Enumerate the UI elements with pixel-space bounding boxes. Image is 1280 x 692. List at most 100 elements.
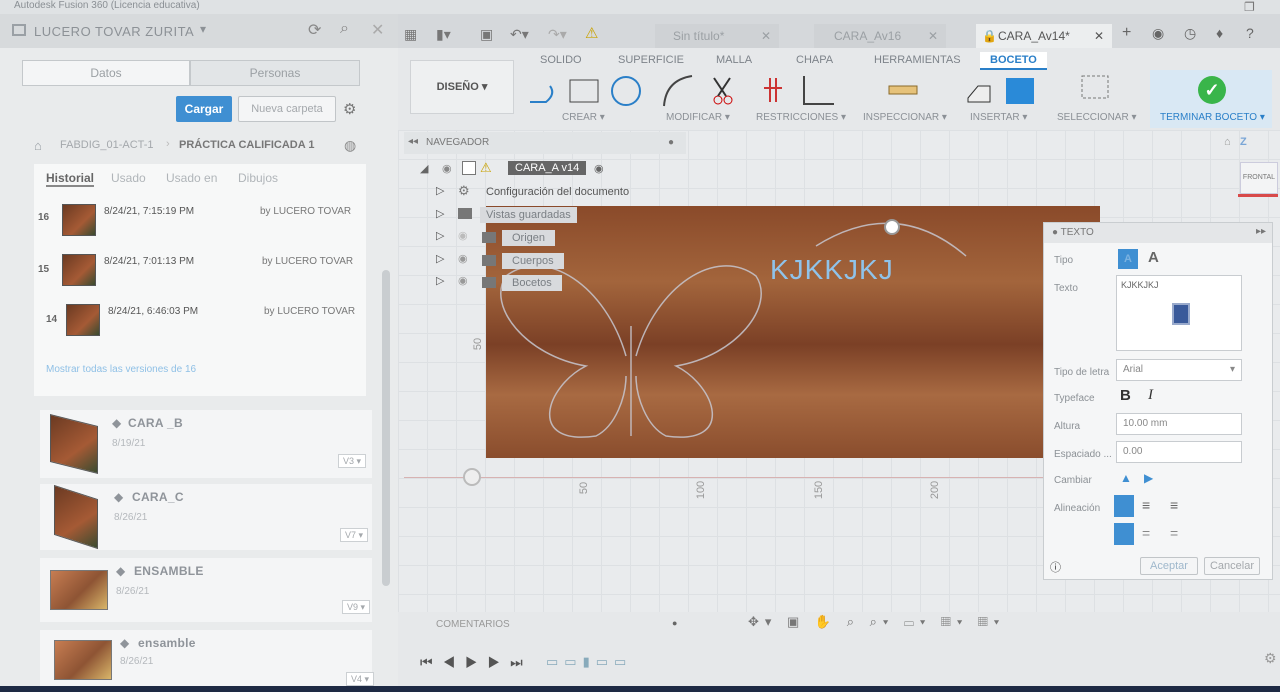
eye-icon[interactable]: ◉: [458, 274, 468, 287]
expand-dialog-icon[interactable]: ▸▸: [1256, 226, 1266, 237]
version-dropdown[interactable]: V7 ▾: [340, 528, 368, 542]
root-component-label[interactable]: CARA_A v14: [508, 161, 587, 175]
new-folder-button[interactable]: Nueva carpeta: [238, 96, 336, 122]
eye-icon[interactable]: ◉: [442, 162, 452, 175]
home-view-icon[interactable]: ⌂: [1224, 136, 1231, 148]
spacing-input[interactable]: 0.00: [1116, 441, 1242, 463]
ok-button[interactable]: Aceptar: [1140, 557, 1198, 575]
version-dropdown[interactable]: V9 ▾: [342, 600, 370, 614]
globe-icon[interactable]: ◍: [344, 137, 356, 154]
upload-button[interactable]: Cargar: [176, 96, 232, 122]
job-status-icon[interactable]: ◷: [1184, 25, 1196, 42]
pin-icon[interactable]: ●: [668, 137, 674, 148]
activate-radio-icon[interactable]: ◉: [594, 162, 604, 175]
file-card[interactable]: ◆ CARA_C 8/26/21 V7 ▾: [40, 484, 372, 550]
tree-item[interactable]: ▷ ◉ Bocetos: [436, 274, 676, 294]
tab-cara-av16[interactable]: CARA_Av16 ✕: [814, 24, 946, 48]
redo-icon[interactable]: ↷▾: [548, 26, 567, 43]
insert-tools[interactable]: [964, 76, 1036, 106]
align-bottom-button[interactable]: =: [1170, 525, 1178, 541]
tab-herramientas[interactable]: HERRAMIENTAS: [874, 54, 961, 66]
close-icon[interactable]: ✕: [371, 20, 384, 40]
notifications-icon[interactable]: ♦: [1216, 25, 1223, 41]
refresh-icon[interactable]: ⟳: [308, 20, 321, 40]
inspect-menu[interactable]: INSPECCIONAR ▾: [863, 112, 947, 123]
grid-menu-icon[interactable]: [12, 24, 26, 36]
tab-superficie[interactable]: SUPERFICIE: [618, 54, 684, 66]
save-icon[interactable]: ▣: [480, 26, 493, 43]
height-input[interactable]: 10.00 mm: [1116, 413, 1242, 435]
measure-icon[interactable]: [888, 80, 918, 100]
create-tools[interactable]: [526, 72, 646, 108]
origin-point[interactable]: [463, 468, 481, 486]
cancel-button[interactable]: Cancelar: [1204, 557, 1260, 575]
help-icon[interactable]: ?: [1246, 25, 1254, 41]
tab-malla[interactable]: MALLA: [716, 54, 752, 66]
italic-button[interactable]: I: [1148, 387, 1153, 404]
version-dropdown[interactable]: V4 ▾: [346, 672, 374, 686]
comments-pin-icon[interactable]: ●: [672, 618, 677, 628]
file-card[interactable]: ◆ CARA _B 8/19/21 V3 ▾: [40, 410, 372, 478]
file-card[interactable]: ◆ ensamble 8/26/21 V4 ▾: [40, 630, 374, 686]
user-name[interactable]: LUCERO TOVAR ZURITA: [34, 24, 194, 39]
close-icon[interactable]: ✕: [761, 24, 771, 48]
home-icon[interactable]: ⌂: [34, 138, 42, 153]
align-left-button[interactable]: [1114, 495, 1134, 517]
info-icon[interactable]: ⓘ: [1050, 559, 1061, 575]
expand-icon[interactable]: ▷: [436, 252, 444, 265]
tree-item[interactable]: ▷ ⚙ Configuración del documento: [436, 183, 676, 204]
navigator-header[interactable]: ◂◂ NAVEGADOR ●: [404, 132, 686, 154]
sketch-text[interactable]: KJKKJKJ: [770, 254, 894, 286]
new-tab-icon[interactable]: +: [1122, 24, 1131, 42]
timeline-features[interactable]: ▭▭▮▭▭: [546, 654, 632, 670]
history-row[interactable]: 14 8/24/21, 6:46:03 PM by LUCERO TOVAR: [38, 298, 358, 343]
tree-item[interactable]: ▷ ◉ Origen: [436, 229, 676, 249]
search-icon[interactable]: ⌕: [340, 20, 349, 38]
create-menu[interactable]: CREAR ▾: [562, 112, 605, 123]
close-icon[interactable]: ✕: [1094, 24, 1104, 48]
comments-label[interactable]: COMENTARIOS: [436, 619, 510, 630]
design-workspace-dropdown[interactable]: DISEÑO ▾: [410, 60, 514, 114]
scrollbar[interactable]: [382, 270, 390, 586]
version-dropdown[interactable]: V3 ▾: [338, 454, 366, 468]
warning-icon[interactable]: ⚠: [585, 24, 598, 42]
viewcube[interactable]: FRONTAL: [1240, 162, 1278, 194]
collapse-icon[interactable]: ◂◂: [408, 136, 418, 147]
timeline-controls[interactable]: ⏮◀▶▶⏭: [420, 654, 533, 671]
align-top-button[interactable]: [1114, 523, 1134, 545]
restore-window-icon[interactable]: ❐: [1244, 0, 1255, 14]
font-select[interactable]: Arial ▾: [1116, 359, 1242, 381]
close-icon[interactable]: ✕: [928, 24, 938, 48]
tab-usado[interactable]: Usado: [111, 171, 146, 185]
expand-icon[interactable]: ▷: [436, 274, 444, 287]
select-icon[interactable]: [1080, 74, 1114, 108]
align-right-button[interactable]: ≡: [1170, 497, 1178, 513]
tab-chapa[interactable]: CHAPA: [796, 54, 833, 66]
eye-hidden-icon[interactable]: ◉: [458, 229, 468, 242]
text-origin-handle[interactable]: [884, 219, 900, 235]
show-all-versions-link[interactable]: Mostrar todas las versiones de 16: [46, 364, 196, 375]
modify-tools[interactable]: [660, 72, 740, 108]
tab-historial[interactable]: Historial: [46, 171, 95, 187]
file-menu-icon[interactable]: ▮▾: [436, 26, 451, 43]
eye-icon[interactable]: ◉: [458, 252, 468, 265]
tab-solido[interactable]: SOLIDO: [540, 54, 582, 66]
breadcrumb-folder[interactable]: FABDIG_01-ACT-1: [60, 139, 154, 151]
undo-icon[interactable]: ↶▾: [510, 26, 529, 43]
align-middle-button[interactable]: =: [1142, 525, 1150, 541]
history-row[interactable]: 15 8/24/21, 7:01:13 PM by LUCERO TOVAR: [38, 248, 358, 293]
file-card[interactable]: ◆ ENSAMBLE 8/26/21 V9 ▾: [40, 558, 372, 622]
tab-personas[interactable]: Personas: [190, 60, 360, 86]
tab-cara-av14[interactable]: 🔒 CARA_Av14* ✕: [976, 24, 1112, 48]
align-center-button[interactable]: ≡: [1142, 497, 1150, 513]
apps-grid-icon[interactable]: ▦: [404, 26, 417, 43]
flip-horizontal-button[interactable]: ▶: [1144, 471, 1153, 485]
text-type-path-button[interactable]: A: [1148, 249, 1159, 266]
display-tools[interactable]: ✥▾ ▣ ✋ ⌕ ⌕▾ ▭▾ ▦▾ ▦▾: [748, 614, 1005, 630]
constraints-tools[interactable]: [764, 72, 836, 108]
expand-icon[interactable]: ▷: [436, 184, 444, 197]
select-menu[interactable]: SELECCIONAR ▾: [1057, 112, 1136, 123]
tree-item[interactable]: ▷ ◉ Cuerpos: [436, 252, 676, 272]
modify-menu[interactable]: MODIFICAR ▾: [666, 112, 730, 123]
text-type-single-button[interactable]: A: [1118, 249, 1138, 269]
